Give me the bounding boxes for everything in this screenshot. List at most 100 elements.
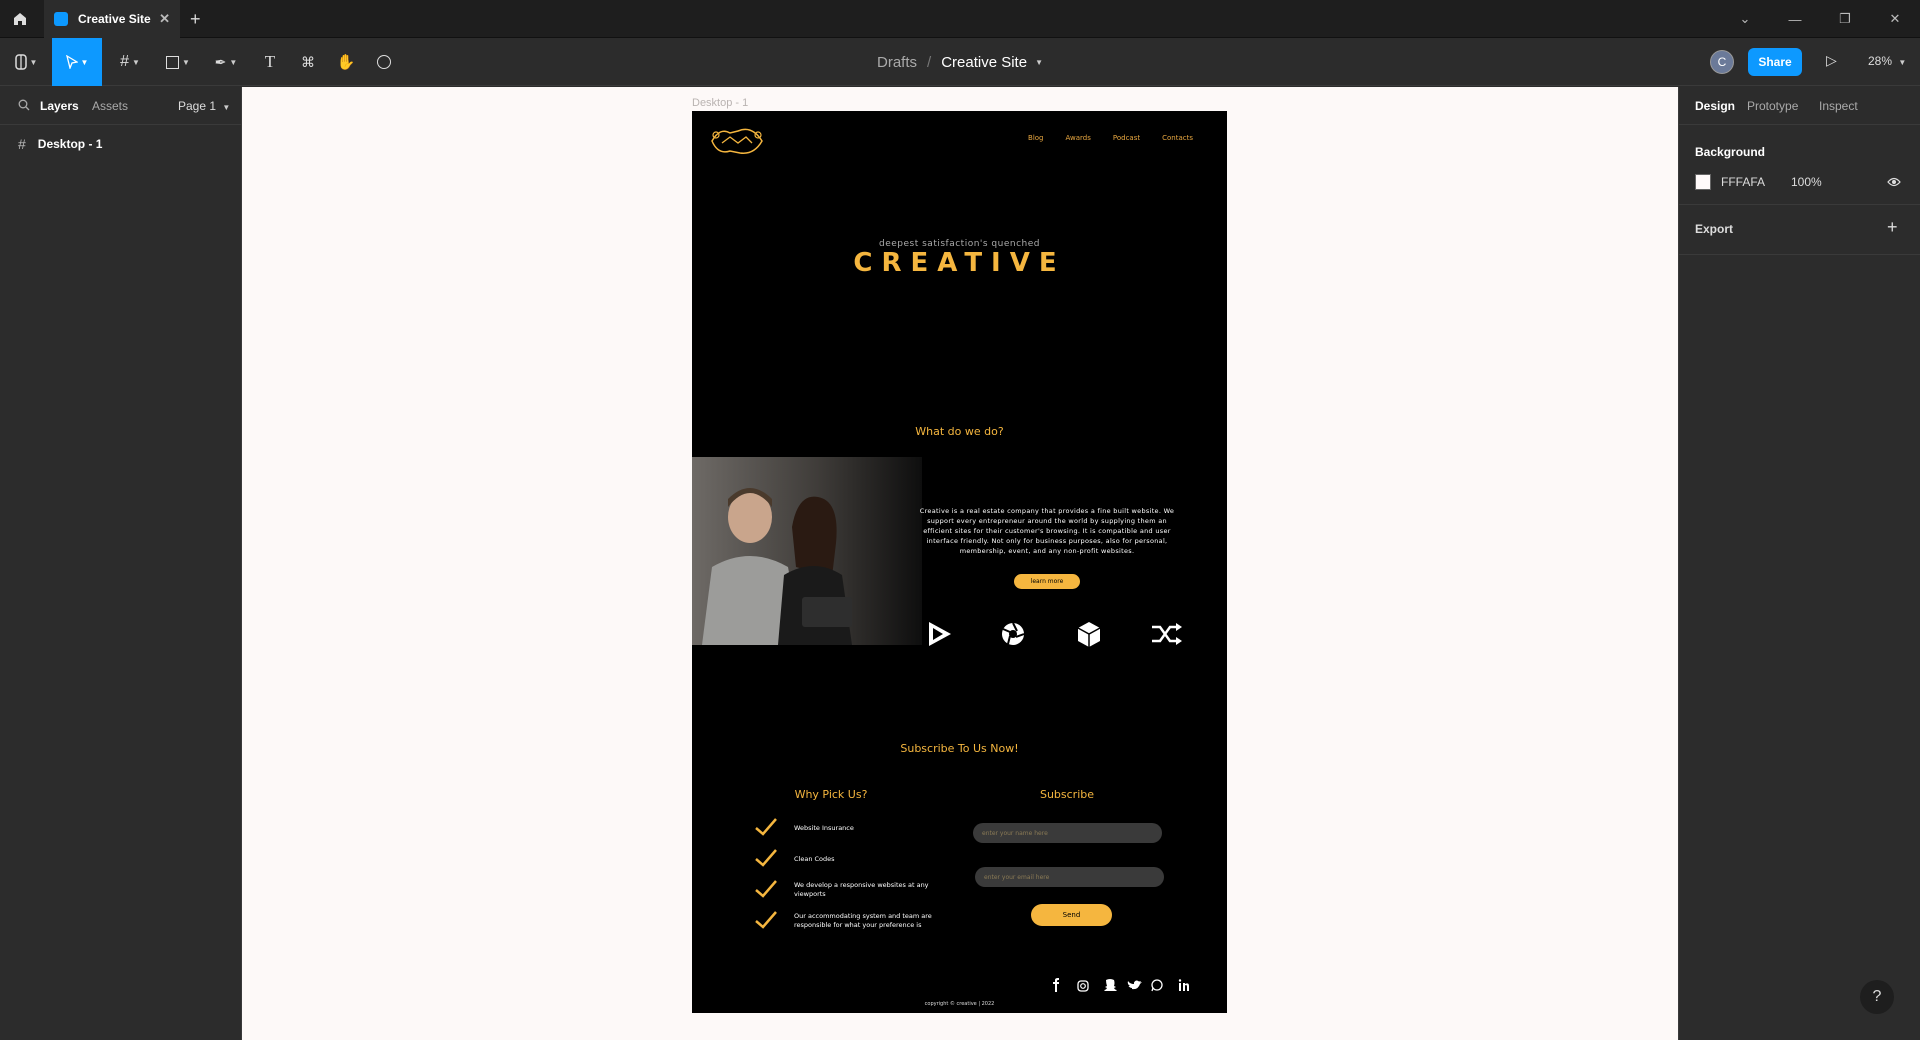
page-label: Page 1 — [178, 99, 217, 113]
present-play-icon[interactable]: ▷ — [1826, 52, 1837, 69]
main-menu-button[interactable]: ▼ — [6, 38, 46, 86]
restore-button[interactable]: ❐ — [1820, 0, 1870, 38]
team-photo — [692, 457, 922, 645]
frame-icon: # — [18, 136, 26, 152]
close-window-button[interactable]: ✕ — [1870, 0, 1920, 38]
tab-layers[interactable]: Layers — [40, 99, 79, 113]
nav-blog[interactable]: Blog — [1028, 134, 1043, 142]
subscribe-now-title: Subscribe To Us Now! — [900, 742, 1019, 755]
linkedin-icon — [1178, 979, 1189, 991]
list-item: Our accommodating system and team are re… — [754, 911, 954, 936]
move-tool[interactable]: ▼ — [52, 38, 102, 86]
background-hex-input[interactable]: FFFAFA — [1721, 175, 1765, 189]
send-button[interactable]: Send — [1031, 904, 1112, 926]
why-item-text: We develop a responsive websites at any … — [794, 881, 929, 898]
file-tab[interactable]: Creative Site ✕ — [44, 0, 180, 38]
why-item-text: Our accommodating system and team are re… — [794, 912, 932, 929]
new-tab-button[interactable]: + — [190, 9, 201, 30]
nav-awards[interactable]: Awards — [1066, 134, 1091, 142]
subscribe-title: Subscribe — [1039, 788, 1095, 801]
frame-icon: # — [120, 53, 129, 70]
layer-item[interactable]: # Desktop - 1 — [0, 132, 242, 156]
figma-file-icon — [54, 12, 68, 26]
hero-title: CREATIVE — [853, 248, 1066, 278]
add-export-plus-icon[interactable]: + — [1887, 217, 1898, 238]
help-button[interactable]: ? — [1860, 980, 1894, 1014]
title-bar: Creative Site ✕ + ⌄ — ❐ ✕ — [0, 0, 1920, 38]
resources-tool[interactable]: ⌘ — [292, 38, 324, 86]
hand-icon: ✋ — [336, 54, 356, 71]
list-item: We develop a responsive websites at any … — [754, 880, 954, 905]
components-icon: ⌘ — [301, 53, 315, 70]
export-heading: Export — [1695, 222, 1734, 236]
tab-prototype[interactable]: Prototype — [1747, 99, 1798, 113]
background-opacity-input[interactable]: 100% — [1791, 175, 1822, 189]
layers-panel: Layers Assets Page 1 ▼ # Desktop - 1 — [0, 87, 242, 1040]
site-nav: Blog Awards Podcast Contacts — [1028, 134, 1193, 142]
play-store-icon — [929, 622, 951, 646]
cursor-icon — [65, 55, 78, 69]
nav-podcast[interactable]: Podcast — [1113, 134, 1140, 142]
zoom-level: 28% — [1868, 54, 1893, 68]
comment-icon — [377, 55, 391, 69]
breadcrumb-file-name[interactable]: Creative Site — [941, 54, 1027, 71]
frame-tool[interactable]: # ▼ — [110, 38, 150, 86]
page-selector[interactable]: Page 1 ▼ — [178, 99, 230, 113]
background-swatch[interactable] — [1695, 174, 1711, 190]
copyright-text: copyright © creative | 2022 — [924, 1001, 995, 1007]
pen-icon: ✒ — [214, 53, 227, 70]
twitter-icon — [1127, 980, 1142, 990]
canvas[interactable]: Desktop - 1 Blog Awards Podcast Contacts… — [242, 87, 1678, 1040]
text-tool[interactable]: T — [254, 38, 286, 86]
cube-icon — [1077, 622, 1101, 647]
facebook-icon — [1053, 978, 1059, 992]
checkmark-icon — [755, 880, 777, 898]
share-button[interactable]: Share — [1748, 48, 1802, 76]
rectangle-icon — [166, 55, 180, 69]
minimize-button[interactable]: — — [1770, 0, 1820, 38]
people-illustration — [702, 488, 852, 645]
feature-icons — [929, 622, 1182, 647]
file-tab-title: Creative Site — [78, 12, 151, 26]
why-item-text: Clean Codes — [794, 855, 835, 863]
shuffle-icon — [1152, 623, 1182, 645]
pen-tool[interactable]: ✒ ▼ — [206, 38, 246, 86]
background-heading: Background — [1695, 145, 1766, 159]
learn-more-button[interactable]: learn more — [1014, 574, 1080, 589]
tab-design[interactable]: Design — [1695, 99, 1735, 113]
aperture-icon — [1002, 622, 1025, 645]
handshake-logo-icon — [711, 128, 763, 154]
tabs-dropdown-icon[interactable]: ⌄ — [1720, 0, 1770, 38]
social-icons — [1053, 978, 1189, 992]
checkmark-icon — [755, 911, 777, 929]
tab-inspect[interactable]: Inspect — [1819, 99, 1858, 113]
search-icon[interactable] — [18, 99, 30, 111]
tab-assets[interactable]: Assets — [92, 99, 128, 113]
close-tab-icon[interactable]: ✕ — [159, 11, 170, 27]
why-item-text: Website Insurance — [794, 824, 854, 832]
export-section: Export + — [1679, 205, 1920, 255]
zoom-dropdown[interactable]: 28% ▼ — [1868, 54, 1906, 68]
user-avatar[interactable]: C — [1710, 50, 1734, 74]
snapchat-icon — [1104, 979, 1117, 991]
hand-tool[interactable]: ✋ — [330, 38, 362, 86]
file-menu-chevron-icon[interactable]: ▼ — [1035, 58, 1043, 67]
nav-contacts[interactable]: Contacts — [1162, 134, 1193, 142]
checkmark-icon — [755, 818, 777, 836]
comment-tool[interactable] — [368, 38, 400, 86]
breadcrumb-drafts[interactable]: Drafts — [877, 54, 917, 71]
email-input[interactable]: enter your email here — [975, 867, 1164, 887]
name-input[interactable]: enter your name here — [973, 823, 1162, 843]
home-button[interactable] — [0, 0, 40, 38]
shape-tool[interactable]: ▼ — [158, 38, 198, 86]
desktop-frame[interactable]: Blog Awards Podcast Contacts deepest sat… — [692, 111, 1227, 1013]
checkmark-icon — [755, 849, 777, 867]
layer-name: Desktop - 1 — [37, 137, 103, 151]
properties-panel: Design Prototype Inspect Background FFFA… — [1678, 87, 1920, 1040]
list-item: Clean Codes — [754, 849, 954, 876]
frame-label[interactable]: Desktop - 1 — [692, 97, 748, 109]
text-icon: T — [264, 52, 276, 71]
about-text: Creative is a real estate company that p… — [919, 507, 1175, 555]
list-item: Website Insurance — [754, 818, 954, 845]
eye-icon[interactable] — [1887, 177, 1901, 187]
